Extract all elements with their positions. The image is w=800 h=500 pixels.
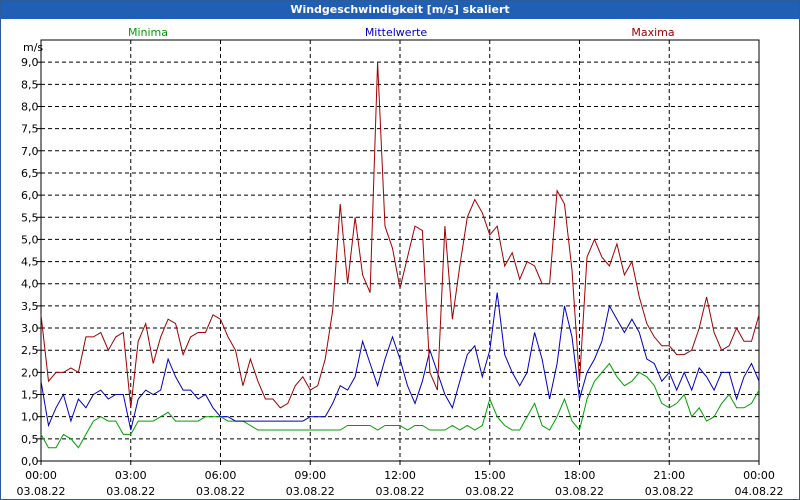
grid bbox=[40, 39, 760, 462]
x-tick-date: 03.08.22 bbox=[645, 485, 694, 498]
x-tick-date: 03.08.22 bbox=[106, 485, 155, 498]
y-tick-label: 3,0 bbox=[21, 322, 39, 335]
wind-speed-chart: 0,0 0,5 1,0 1,5 2,0 2,5 3,0 3,5 4,0 4,5 5,0 5,5 6,0 6… bbox=[17, 26, 784, 498]
y-tick-label: 6,5 bbox=[21, 167, 39, 180]
y-tick-label: 0,0 bbox=[21, 455, 39, 468]
y-tick-label: 3,5 bbox=[21, 300, 39, 313]
x-tick-time: 21:00 bbox=[653, 469, 685, 482]
x-tick-time: 12:00 bbox=[384, 469, 416, 482]
x-tick-date: 03.08.22 bbox=[555, 485, 604, 498]
y-tick-label: 2,0 bbox=[21, 366, 39, 379]
x-tick-date: 03.08.22 bbox=[286, 485, 335, 498]
x-tick-time: 18:00 bbox=[564, 469, 596, 482]
legend-maxima: Maxima bbox=[631, 26, 674, 39]
y-tick-label: 5,0 bbox=[21, 233, 39, 246]
legend: Minima Mittelwerte Maxima bbox=[128, 26, 675, 39]
x-tick-date: 03.08.22 bbox=[196, 485, 245, 498]
x-tick-time: 00:00 bbox=[25, 469, 57, 482]
y-tick-label: 8,5 bbox=[21, 78, 39, 91]
y-tick-label: 1,0 bbox=[21, 411, 39, 424]
legend-minima: Minima bbox=[128, 26, 168, 39]
x-tick-date: 03.08.22 bbox=[376, 485, 425, 498]
y-tick-label: 4,5 bbox=[21, 256, 39, 269]
y-tick-label: 1,5 bbox=[21, 389, 39, 402]
y-tick-label: 5,5 bbox=[21, 211, 39, 224]
y-tick-label: 7,5 bbox=[21, 123, 39, 136]
y-tick-label: 6,0 bbox=[21, 189, 39, 202]
x-tick-date: 04.08.22 bbox=[735, 485, 784, 498]
x-tick-time: 03:00 bbox=[115, 469, 147, 482]
y-tick-label: 0,5 bbox=[21, 433, 39, 446]
y-tick-label: 2,5 bbox=[21, 344, 39, 357]
y-axis-label: m/s bbox=[23, 41, 43, 54]
legend-mittelwerte: Mittelwerte bbox=[365, 26, 428, 39]
x-tick-date: 03.08.22 bbox=[465, 485, 514, 498]
x-tick-time: 15:00 bbox=[474, 469, 506, 482]
y-tick-label: 7,0 bbox=[21, 145, 39, 158]
x-tick-time: 09:00 bbox=[294, 469, 326, 482]
x-tick-time: 06:00 bbox=[205, 469, 237, 482]
x-tick-time: 00:00 bbox=[743, 469, 775, 482]
chart-window: Windgeschwindigkeit [m/s] skaliert 0,0 0,… bbox=[0, 0, 800, 500]
y-tick-label: 8,0 bbox=[21, 100, 39, 113]
x-tick-date: 03.08.22 bbox=[17, 485, 66, 498]
y-tick-label: 4,0 bbox=[21, 278, 39, 291]
y-tick-label: 9,0 bbox=[21, 56, 39, 69]
